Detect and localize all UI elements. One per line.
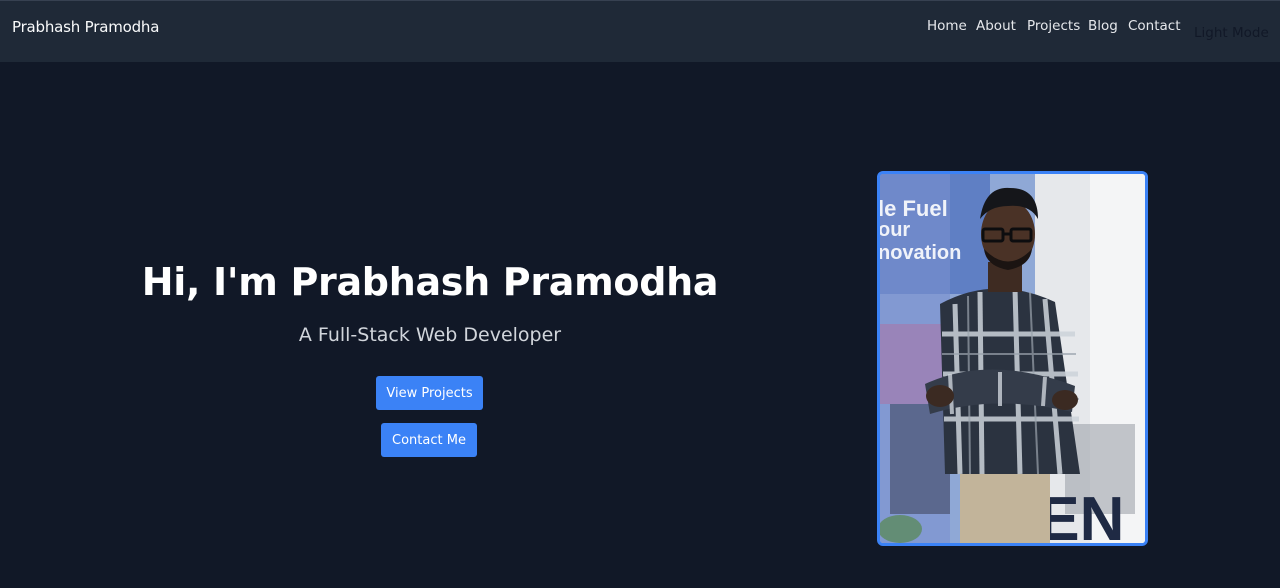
profile-photo: le Fuel our novation OEN <box>877 171 1148 546</box>
nav-link-about[interactable]: About <box>976 18 1016 34</box>
sign-text-line-3: novation <box>880 242 961 264</box>
sign-text-line-2: our <box>880 219 910 241</box>
nav-link-projects[interactable]: Projects <box>1027 18 1080 34</box>
nav-link-contact[interactable]: Contact <box>1128 18 1181 34</box>
hero-title: Hi, I'm Prabhash Pramodha <box>141 260 719 304</box>
nav-link-home[interactable]: Home <box>927 18 967 34</box>
light-mode-toggle[interactable]: Light Mode <box>1194 25 1269 41</box>
brand-name[interactable]: Prabhash Pramodha <box>12 18 159 36</box>
hero-subtitle: A Full-Stack Web Developer <box>298 324 562 346</box>
navbar: Prabhash Pramodha Home About Projects Bl… <box>0 0 1280 62</box>
portrait-illustration: le Fuel our novation OEN <box>880 174 1145 543</box>
sign-text-line-1: le Fuel <box>880 196 948 221</box>
contact-me-button[interactable]: Contact Me <box>381 423 477 457</box>
nav-link-blog[interactable]: Blog <box>1088 18 1118 34</box>
view-projects-button[interactable]: View Projects <box>376 376 483 410</box>
